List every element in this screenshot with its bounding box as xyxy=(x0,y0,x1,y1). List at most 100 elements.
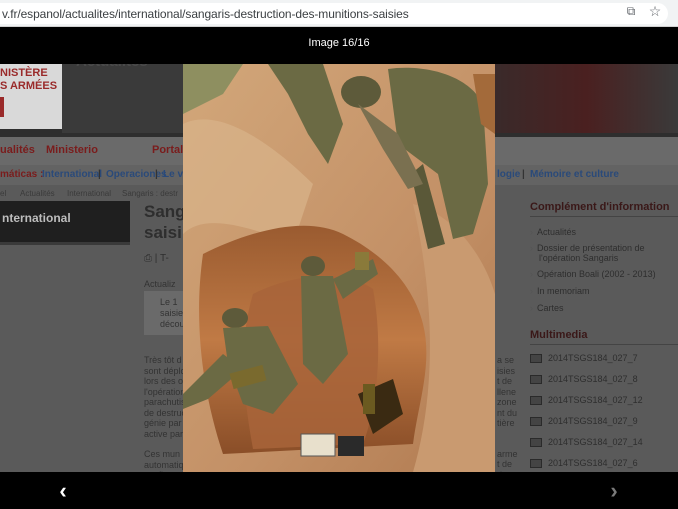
body-line: arme xyxy=(497,448,518,459)
body-line: a se xyxy=(497,355,515,365)
nav-actualites[interactable]: ualités xyxy=(0,144,35,156)
updated-label: Actualiz xyxy=(144,279,176,289)
section-box: nternational xyxy=(0,201,130,245)
article-title: Sang saisi xyxy=(144,201,186,243)
theme-separator-2: | xyxy=(155,169,158,180)
complement-heading: Complément d'information xyxy=(530,201,678,217)
screen: v.fr/espanol/actualites/international/sa… xyxy=(0,0,678,509)
body-line: de destruc xyxy=(144,407,187,418)
article-title-line-1: Sang xyxy=(144,202,186,221)
sidebar: Complément d'information › Actualités › Do… xyxy=(530,201,678,469)
multimedia-item-label: 2014TSGS184_027_14 xyxy=(548,437,643,447)
translate-icon[interactable]: ⧉ xyxy=(624,4,638,18)
multimedia-item-label: 2014TSGS184_027_12 xyxy=(548,395,643,405)
arrow-icon: › xyxy=(530,243,533,253)
lightbox-header: Image 16/16 xyxy=(0,27,678,64)
theme-memoire[interactable]: Mémoire et culture xyxy=(530,169,619,180)
multimedia-item[interactable]: 2014TSGS184_027_9 xyxy=(530,416,638,427)
logo-line-1: NISTÈRE xyxy=(0,67,48,79)
arrow-icon: › xyxy=(530,227,533,237)
theme-separator: | xyxy=(98,169,101,180)
complement-item-label: Dossier de présentation de xyxy=(537,243,645,253)
ministry-logo[interactable]: NISTÈRE S ARMÉES xyxy=(0,63,62,129)
next-arrow-icon: › xyxy=(610,478,618,503)
complement-item[interactable]: › Opération Boali (2002 - 2013) xyxy=(530,269,656,279)
body-line xyxy=(497,429,518,439)
body-line: tière xyxy=(497,418,515,428)
theme-partial[interactable]: Le v xyxy=(163,169,183,180)
body-line: isies xyxy=(497,365,516,376)
breadcrumb-item[interactable]: International xyxy=(67,189,111,198)
lightbox-caption: Image 16/16 xyxy=(308,37,370,49)
image-thumb-icon xyxy=(530,354,542,364)
arrow-icon: › xyxy=(530,269,533,279)
breadcrumb-item: Sangaris : destr xyxy=(122,189,179,198)
body-line: llene xyxy=(497,386,517,397)
theme-separator-3: | xyxy=(522,169,525,180)
image-thumb-icon xyxy=(530,459,542,469)
body-line: active par xyxy=(144,428,184,439)
article-body-right: a se isies t de llene zone nt du tière a… xyxy=(497,355,518,480)
nav-ministerio[interactable]: Ministerio xyxy=(46,144,98,156)
complement-item[interactable]: › Cartes xyxy=(530,303,564,313)
complement-item[interactable]: › Actualités xyxy=(530,227,576,237)
body-line: Ces mun xyxy=(144,449,181,459)
body-line: t de xyxy=(497,376,513,386)
section-title: nternational xyxy=(2,211,71,225)
multimedia-item[interactable]: 2014TSGS184_027_6 xyxy=(530,458,638,469)
soldiers-trench-photo xyxy=(183,64,495,472)
theme-ecologie[interactable]: logie xyxy=(497,169,520,180)
lightbox-footer: ‹ › xyxy=(0,472,678,509)
multimedia-item[interactable]: 2014TSGS184_027_7 xyxy=(530,353,638,364)
complement-item-cont[interactable]: l'opération Sangaris xyxy=(539,253,618,263)
multimedia-item[interactable]: 2014TSGS184_027_12 xyxy=(530,395,643,406)
multimedia-item-label: 2014TSGS184_027_7 xyxy=(548,353,638,363)
image-thumb-icon xyxy=(530,417,542,427)
previous-arrow-icon[interactable]: ‹ xyxy=(50,478,76,504)
body-line xyxy=(497,439,518,449)
complement-item-label: In memoriam xyxy=(537,286,590,296)
nav-portal[interactable]: Portal xyxy=(152,144,183,156)
complement-item[interactable]: › In memoriam xyxy=(530,286,590,296)
url-field[interactable]: v.fr/espanol/actualites/international/sa… xyxy=(0,3,668,24)
body-line: t de xyxy=(497,459,513,469)
body-line: zone xyxy=(497,397,517,407)
complement-item-label: Opération Boali (2002 - 2013) xyxy=(537,269,656,279)
image-thumb-icon xyxy=(530,438,542,448)
lightbox-photo xyxy=(183,64,495,472)
lead-line: décou xyxy=(160,319,185,329)
breadcrumb-item[interactable]: el xyxy=(0,189,6,198)
body-line: Très tôt d xyxy=(144,355,182,365)
body-line xyxy=(144,439,186,449)
lead-text: Le 1 saisie décou xyxy=(160,297,185,330)
logo-stripe xyxy=(0,97,4,117)
multimedia-item[interactable]: 2014TSGS184_027_14 xyxy=(530,437,643,448)
logo-line-2: S ARMÉES xyxy=(0,80,58,92)
arrow-icon: › xyxy=(530,303,533,313)
body-line: parachutis xyxy=(144,397,186,407)
complement-item[interactable]: › Dossier de présentation de xyxy=(530,243,645,253)
header-image xyxy=(495,53,678,133)
body-line: nt du xyxy=(497,407,518,418)
multimedia-item-label: 2014TSGS184_027_6 xyxy=(548,458,638,468)
star-icon[interactable]: ☆ xyxy=(648,4,662,18)
multimedia-item-label: 2014TSGS184_027_9 xyxy=(548,416,638,426)
multimedia-heading: Multimedia xyxy=(530,329,678,345)
article-title-line-2: saisi xyxy=(144,223,182,242)
multimedia-item[interactable]: 2014TSGS184_027_8 xyxy=(530,374,638,385)
breadcrumb-item[interactable]: Actualités xyxy=(20,189,55,198)
article-body-left: Très tôt d sont déplo lors des o l'opéra… xyxy=(144,355,186,481)
body-line: sont déplo xyxy=(144,365,186,376)
body-line: lors des o xyxy=(144,376,184,386)
lead-line: saisie xyxy=(160,308,184,318)
image-thumb-icon xyxy=(530,396,542,406)
image-thumb-icon xyxy=(530,375,542,385)
complement-item-label: Cartes xyxy=(537,303,564,313)
complement-item-label: Actualités xyxy=(537,227,577,237)
article-tools[interactable]: ⎙ | T- xyxy=(144,253,169,264)
body-line: automatiq xyxy=(144,459,184,470)
arrow-icon: › xyxy=(530,286,533,296)
body-line: l'opération xyxy=(144,386,186,397)
url-text[interactable]: v.fr/espanol/actualites/international/sa… xyxy=(2,7,409,21)
theme-international[interactable]: International xyxy=(42,169,102,180)
